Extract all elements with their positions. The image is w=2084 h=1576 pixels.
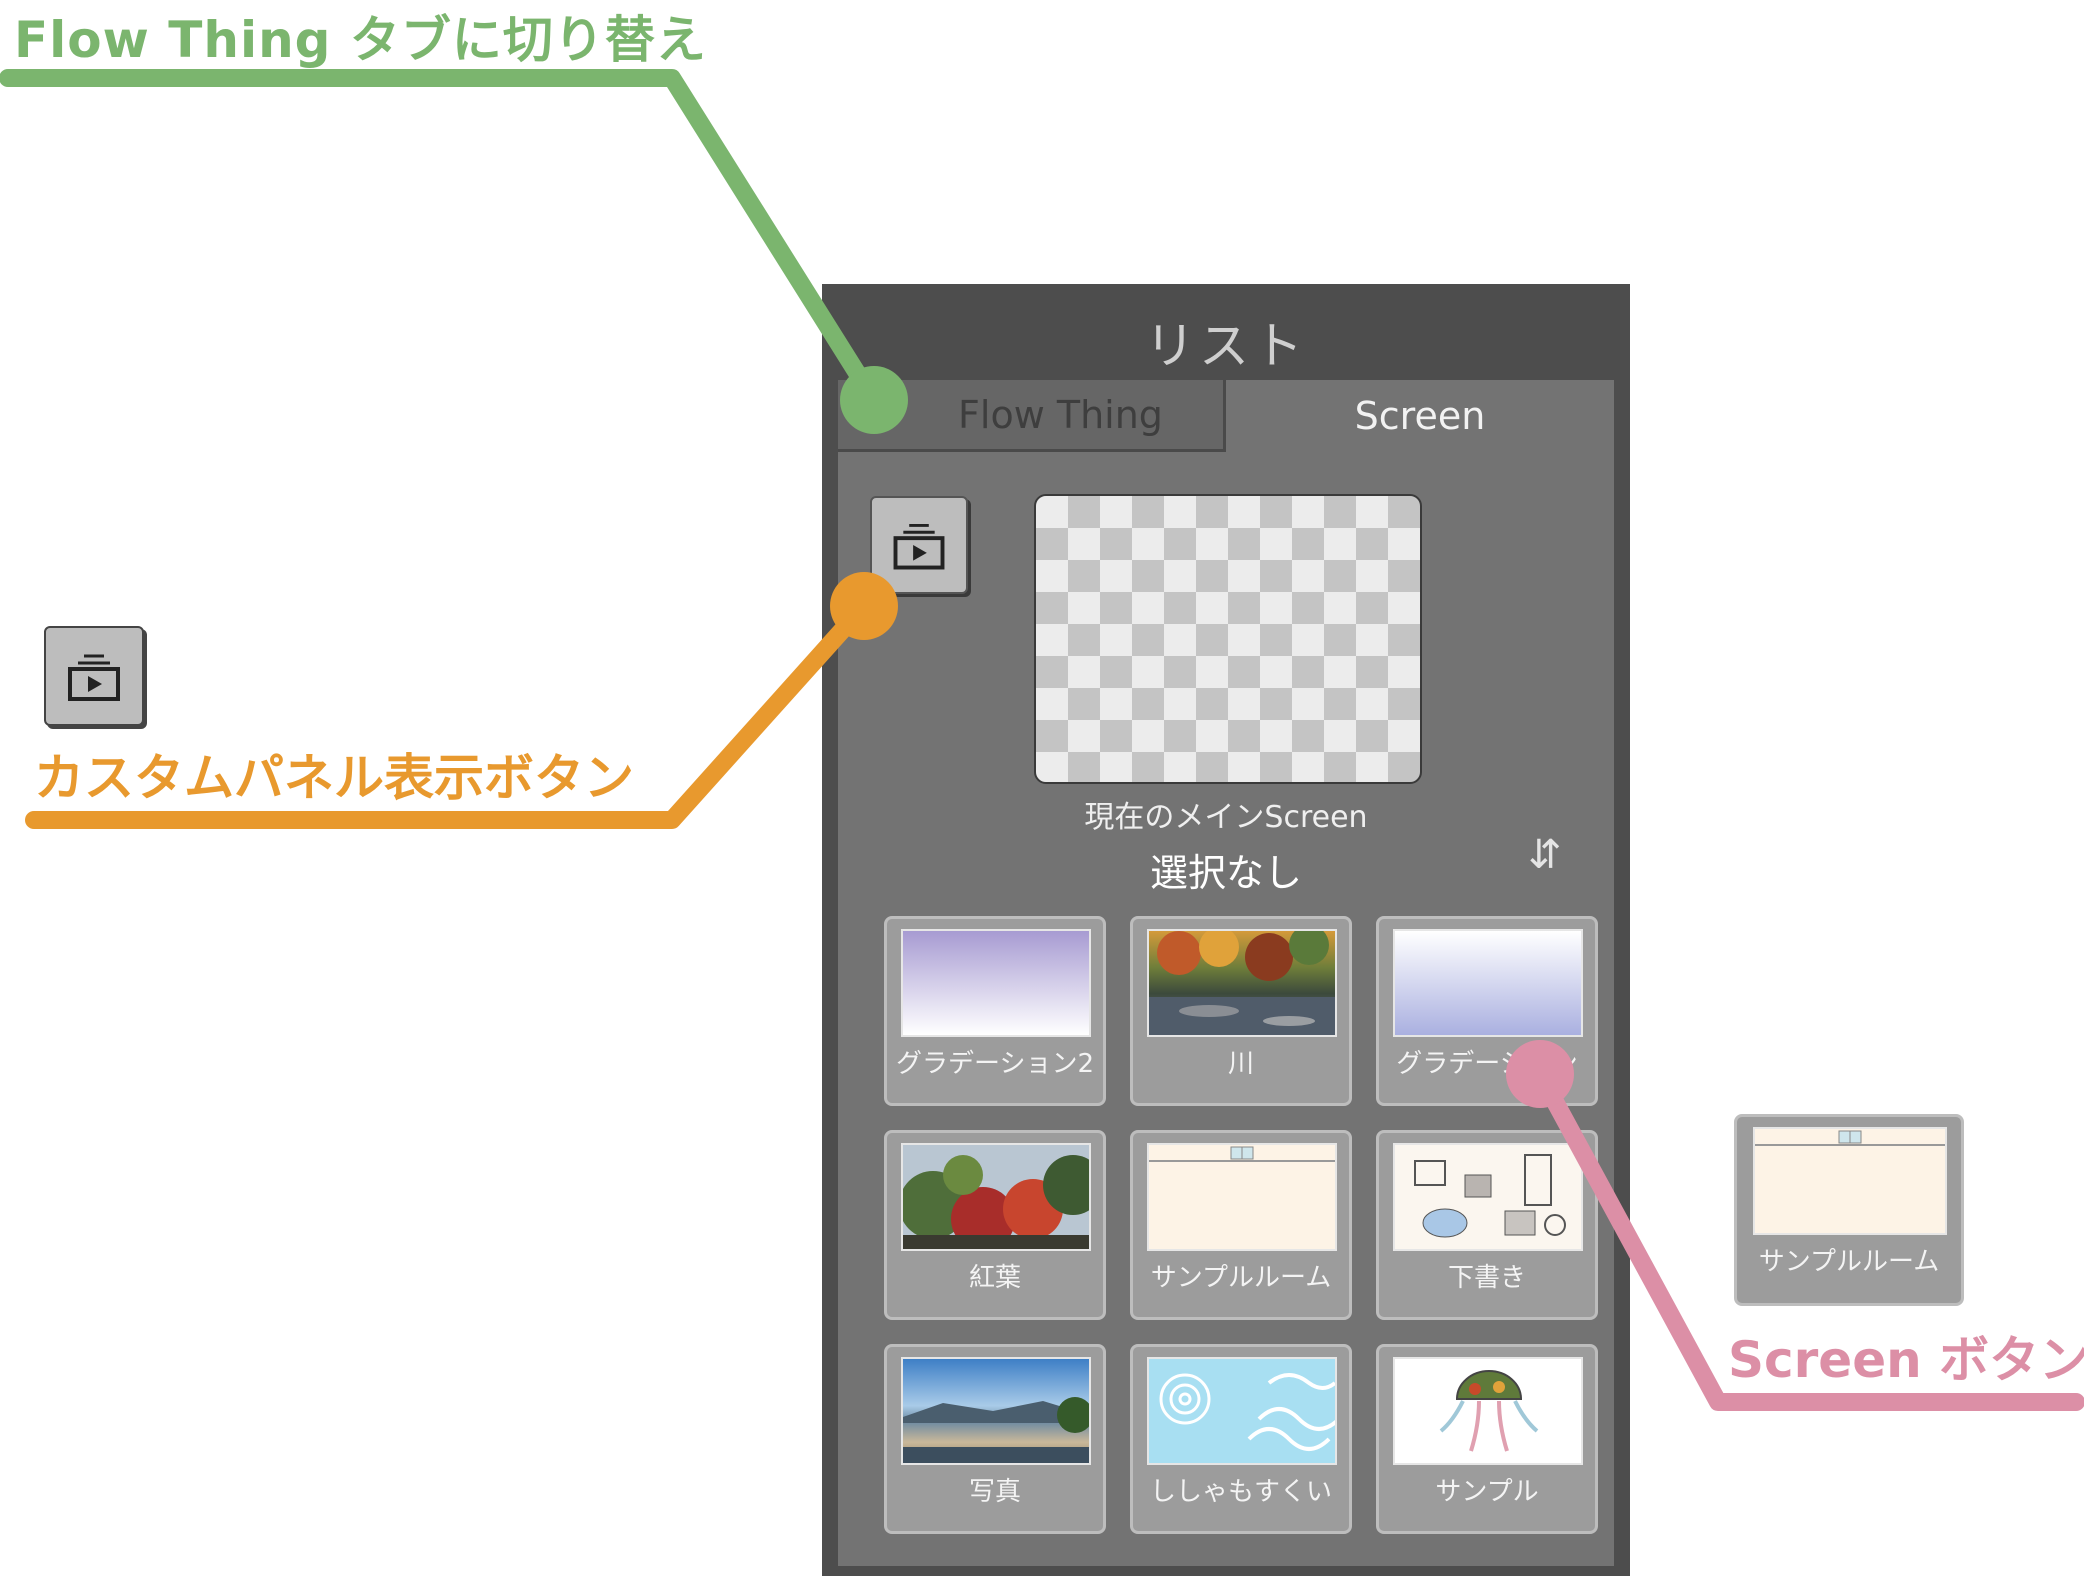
green-leader-line [0,69,908,434]
screen-card-autumn-leaves[interactable]: 紅葉 [884,1130,1106,1320]
screen-card-shishamo-scoop[interactable]: ししゃもすくい [1130,1344,1352,1534]
gradient-thumbnail [1393,929,1583,1037]
screen-card-label: ししゃもすくい [1149,1477,1332,1507]
main-screen-preview [1034,494,1422,784]
water-thumbnail [1147,1357,1337,1465]
tab-flow-thing[interactable]: Flow Thing [838,380,1226,452]
screen-card-label: サンプルルーム [1758,1247,1940,1277]
screen-card-label: 写真 [968,1477,1021,1507]
screen-card-label: 下書き [1447,1263,1526,1293]
screen-button-callout: Screen ボタン [1728,1331,2084,1389]
panel-title: リスト [1145,317,1307,375]
tab-screen[interactable]: Screen [1226,380,1614,452]
screen-card-river[interactable]: 川 [1130,916,1352,1106]
screen-card-sample[interactable]: サンプル [1376,1344,1598,1534]
flow-thing-callout: Flow Thing タブに切り替え [14,11,707,69]
screen-card-label: サンプルルーム [1150,1263,1332,1293]
autumn-photo-thumbnail [901,1143,1091,1251]
screen-card-gradation[interactable]: グラデーション [1376,916,1598,1106]
play-stack-icon [68,654,120,701]
play-stack-icon [893,523,945,570]
main-screen-label: 現在のメインScreen [1084,800,1368,835]
screen-card-label: グラデーション [1396,1049,1578,1079]
screen-card-draft[interactable]: 下書き [1376,1130,1598,1320]
sketch-thumbnail [1393,1143,1583,1251]
example-screen-button: サンプルルーム [1734,1114,1964,1306]
screen-card-label: サンプル [1435,1477,1539,1507]
screen-card-photo[interactable]: 写真 [884,1344,1106,1534]
sort-icon[interactable]: ⇵ [1528,832,1562,878]
room-thumbnail [1753,1127,1947,1235]
screen-card-label: グラデーション2 [895,1049,1095,1079]
list-panel: リスト Flow Thing Screen 現在のメインScreen 選択なし … [822,284,1630,1576]
jellyfish-thumbnail [1393,1357,1583,1465]
custom-panel-button[interactable] [870,496,968,594]
main-screen-value: 選択なし [1149,851,1302,895]
example-custom-panel-button [44,626,144,726]
custom-panel-callout: カスタムパネル表示ボタン [34,749,634,807]
screen-card-gradation2[interactable]: グラデーション2 [884,916,1106,1106]
screen-card-label: 川 [1227,1049,1254,1079]
gradient-thumbnail [901,929,1091,1037]
beach-photo-thumbnail [901,1357,1091,1465]
screen-card-sample-room[interactable]: サンプルルーム [1130,1130,1352,1320]
panel-body: Flow Thing Screen 現在のメインScreen 選択なし ⇵ グラ… [838,380,1614,1566]
screen-card-label: 紅葉 [968,1263,1021,1293]
river-photo-thumbnail [1147,929,1337,1037]
room-thumbnail [1147,1143,1337,1251]
